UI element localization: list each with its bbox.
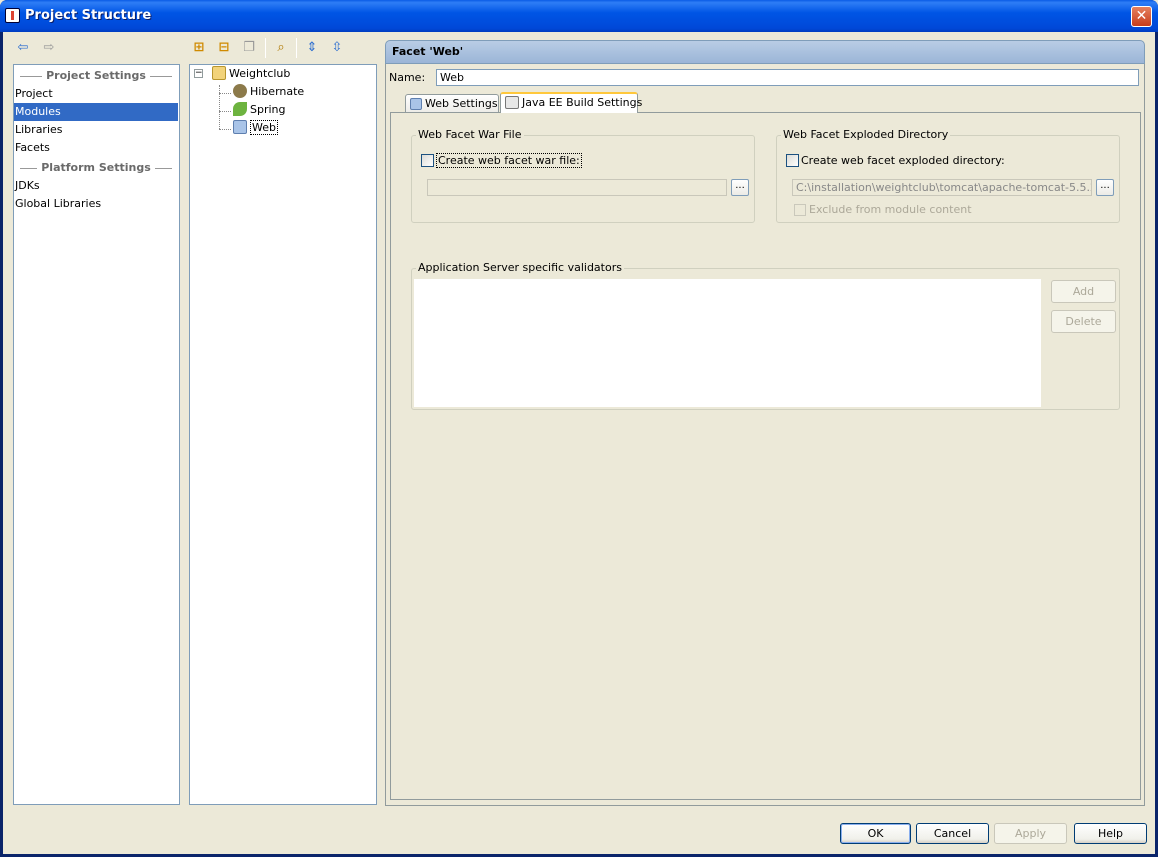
exploded-path-field[interactable]: C:\installation\weightclub\tomcat\apache…	[792, 179, 1092, 196]
tree-node-web[interactable]: Web	[233, 119, 278, 137]
delete-validator-button[interactable]: Delete	[1051, 310, 1116, 333]
spring-leaf-icon	[233, 102, 247, 116]
nav-item-project[interactable]: Project	[14, 85, 178, 103]
toolbar-separator	[265, 38, 266, 58]
window-title: Project Structure	[25, 8, 152, 23]
nav-item-global-libraries[interactable]: Global Libraries	[14, 195, 178, 213]
forward-icon[interactable]: ⇨	[41, 40, 57, 56]
exclude-from-module-label: Exclude from module content	[809, 203, 972, 216]
validators-list[interactable]	[414, 279, 1041, 407]
title-bar[interactable]: Project Structure ✕	[0, 0, 1158, 32]
tree-node-hibernate[interactable]: Hibernate	[233, 83, 304, 101]
tab-panel: Web Facet War File Create web facet war …	[390, 112, 1141, 800]
exploded-browse-button[interactable]: ...	[1096, 179, 1114, 196]
copy-icon[interactable]: ❐	[241, 40, 257, 56]
toolbar-separator	[296, 38, 297, 58]
tab-java-ee-build-settings[interactable]: Java EE Build Settings	[500, 92, 642, 113]
validators-group: Application Server specific validators A…	[411, 261, 1120, 410]
hibernate-icon	[233, 84, 247, 98]
collapse-all-icon[interactable]: ⇳	[329, 40, 345, 56]
exploded-dir-group: Web Facet Exploded Directory Create web …	[776, 128, 1120, 223]
facet-header: Facet 'Web'	[385, 40, 1145, 64]
dialog-body: ⇦ ⇨ ⊞ ⊟ ❐ ⌕ ⇕ ⇳ Project Settings Project…	[3, 32, 1155, 854]
project-settings-header: Project Settings	[14, 67, 178, 85]
remove-icon[interactable]: ⊟	[216, 40, 232, 56]
back-icon[interactable]: ⇦	[15, 40, 31, 56]
create-exploded-label[interactable]: Create web facet exploded directory:	[801, 154, 1005, 167]
web-settings-icon	[410, 98, 422, 110]
create-war-checkbox[interactable]	[421, 154, 434, 167]
apply-button[interactable]: Apply	[994, 823, 1067, 844]
tree-node-weightclub[interactable]: Weightclub	[212, 65, 290, 83]
tab-web-settings[interactable]: Web Settings	[405, 94, 499, 113]
name-field[interactable]: Web	[436, 69, 1139, 86]
exploded-dir-group-title: Web Facet Exploded Directory	[781, 128, 951, 141]
nav-item-modules[interactable]: Modules	[14, 103, 178, 121]
exclude-from-module-checkbox[interactable]	[794, 204, 806, 216]
find-icon[interactable]: ⌕	[273, 40, 289, 56]
web-facet-icon	[233, 120, 247, 134]
nav-item-facets[interactable]: Facets	[14, 139, 178, 157]
create-exploded-checkbox[interactable]	[786, 154, 799, 167]
war-file-group-title: Web Facet War File	[416, 128, 524, 141]
tree-collapse-toggle[interactable]: −	[194, 69, 203, 78]
add-icon[interactable]: ⊞	[191, 40, 207, 56]
close-button[interactable]: ✕	[1131, 6, 1152, 27]
create-war-label[interactable]: Create web facet war file:	[436, 153, 582, 168]
platform-settings-header: Platform Settings	[14, 159, 178, 177]
project-structure-window: Project Structure ✕ ⇦ ⇨ ⊞ ⊟ ❐ ⌕ ⇕ ⇳ Proj…	[0, 0, 1158, 857]
module-folder-icon	[212, 66, 226, 80]
validators-group-title: Application Server specific validators	[416, 261, 624, 274]
cancel-button[interactable]: Cancel	[916, 823, 989, 844]
add-validator-button[interactable]: Add	[1051, 280, 1116, 303]
settings-nav-panel: Project Settings Project Modules Librari…	[13, 64, 180, 805]
war-file-group: Web Facet War File Create web facet war …	[411, 128, 755, 223]
ok-button[interactable]: OK	[840, 823, 911, 844]
name-label: Name:	[389, 71, 426, 84]
nav-item-jdks[interactable]: JDKs	[14, 177, 178, 195]
war-path-field[interactable]	[427, 179, 727, 196]
nav-item-libraries[interactable]: Libraries	[14, 121, 178, 139]
app-icon	[5, 8, 20, 23]
war-browse-button[interactable]: ...	[731, 179, 749, 196]
module-tree-panel: − Weightclub Hibernate Spring Web	[189, 64, 377, 805]
expand-all-icon[interactable]: ⇕	[304, 40, 320, 56]
tree-node-spring[interactable]: Spring	[233, 101, 286, 119]
help-button[interactable]: Help	[1074, 823, 1147, 844]
build-settings-icon	[505, 96, 519, 109]
